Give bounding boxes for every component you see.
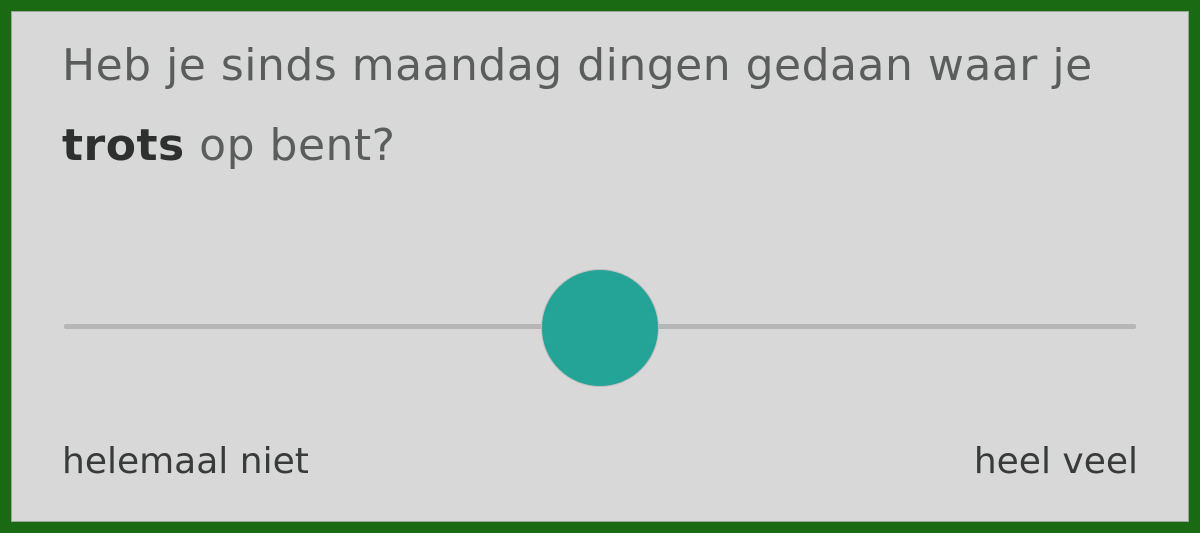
slider-min-label: helemaal niet bbox=[62, 441, 309, 482]
question-emphasis: trots bbox=[62, 120, 185, 171]
question-text-end: op bent? bbox=[184, 120, 396, 171]
survey-card: Heb je sinds maandag dingen gedaan waar … bbox=[0, 0, 1200, 533]
card-inner: Heb je sinds maandag dingen gedaan waar … bbox=[11, 11, 1189, 522]
question-text-start: Heb je sinds maandag dingen gedaan waar … bbox=[62, 40, 1093, 91]
question-text: Heb je sinds maandag dingen gedaan waar … bbox=[62, 26, 1162, 186]
slider-max-label: heel veel bbox=[973, 441, 1138, 482]
slider-thumb[interactable] bbox=[542, 270, 658, 386]
